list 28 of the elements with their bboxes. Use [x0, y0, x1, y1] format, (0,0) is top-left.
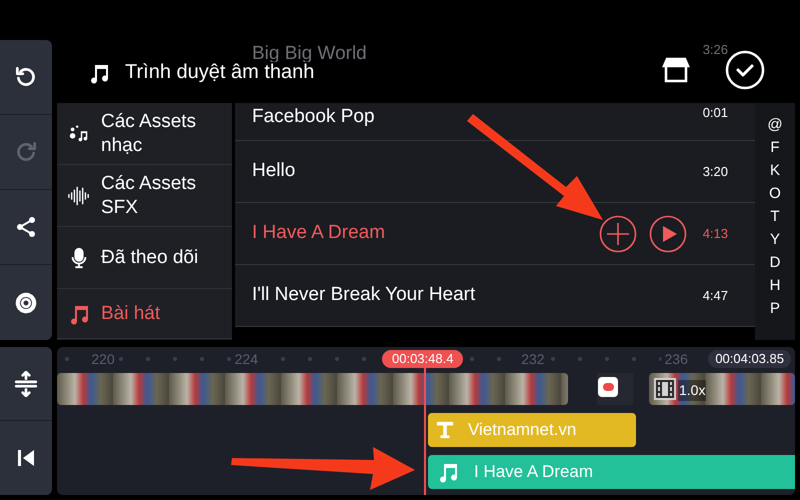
index-letter[interactable]: Y [770, 228, 780, 251]
header-title: Trình duyệt âm thanh [125, 61, 314, 84]
store-icon[interactable] [661, 56, 691, 84]
share-icon[interactable] [14, 215, 38, 239]
video-clip[interactable] [649, 373, 795, 405]
transition-button[interactable] [598, 377, 618, 397]
index-letter[interactable]: @ [767, 113, 783, 136]
total-duration: 00:04:03.85 [708, 350, 791, 368]
add-button[interactable] [598, 214, 637, 252]
text-icon [436, 421, 454, 439]
index-letter[interactable]: D [770, 251, 780, 274]
song-row[interactable]: Hello 3:20 [235, 141, 755, 203]
song-row[interactable]: I Have A Dream 4:13 [235, 203, 755, 265]
expand-vertical-icon[interactable] [13, 370, 39, 396]
index-letter[interactable]: P [770, 297, 780, 320]
waveform-icon [67, 184, 91, 206]
index-letter[interactable]: O [769, 182, 781, 205]
index-letter[interactable]: F [770, 136, 780, 159]
speed-label: 1.0x [678, 380, 706, 401]
index-letter[interactable]: T [770, 205, 780, 228]
index-letter[interactable]: H [770, 274, 780, 297]
playhead-time: 00:03:48.4 [382, 350, 464, 368]
video-clip[interactable] [57, 373, 568, 405]
play-button[interactable] [648, 214, 687, 252]
film-icon [654, 378, 676, 400]
song-row[interactable]: Facebook Pop 0:01 [235, 103, 755, 141]
song-row[interactable]: I'll Never Break Your Heart 4:47 [235, 265, 755, 327]
index-letter[interactable]: K [770, 159, 780, 182]
